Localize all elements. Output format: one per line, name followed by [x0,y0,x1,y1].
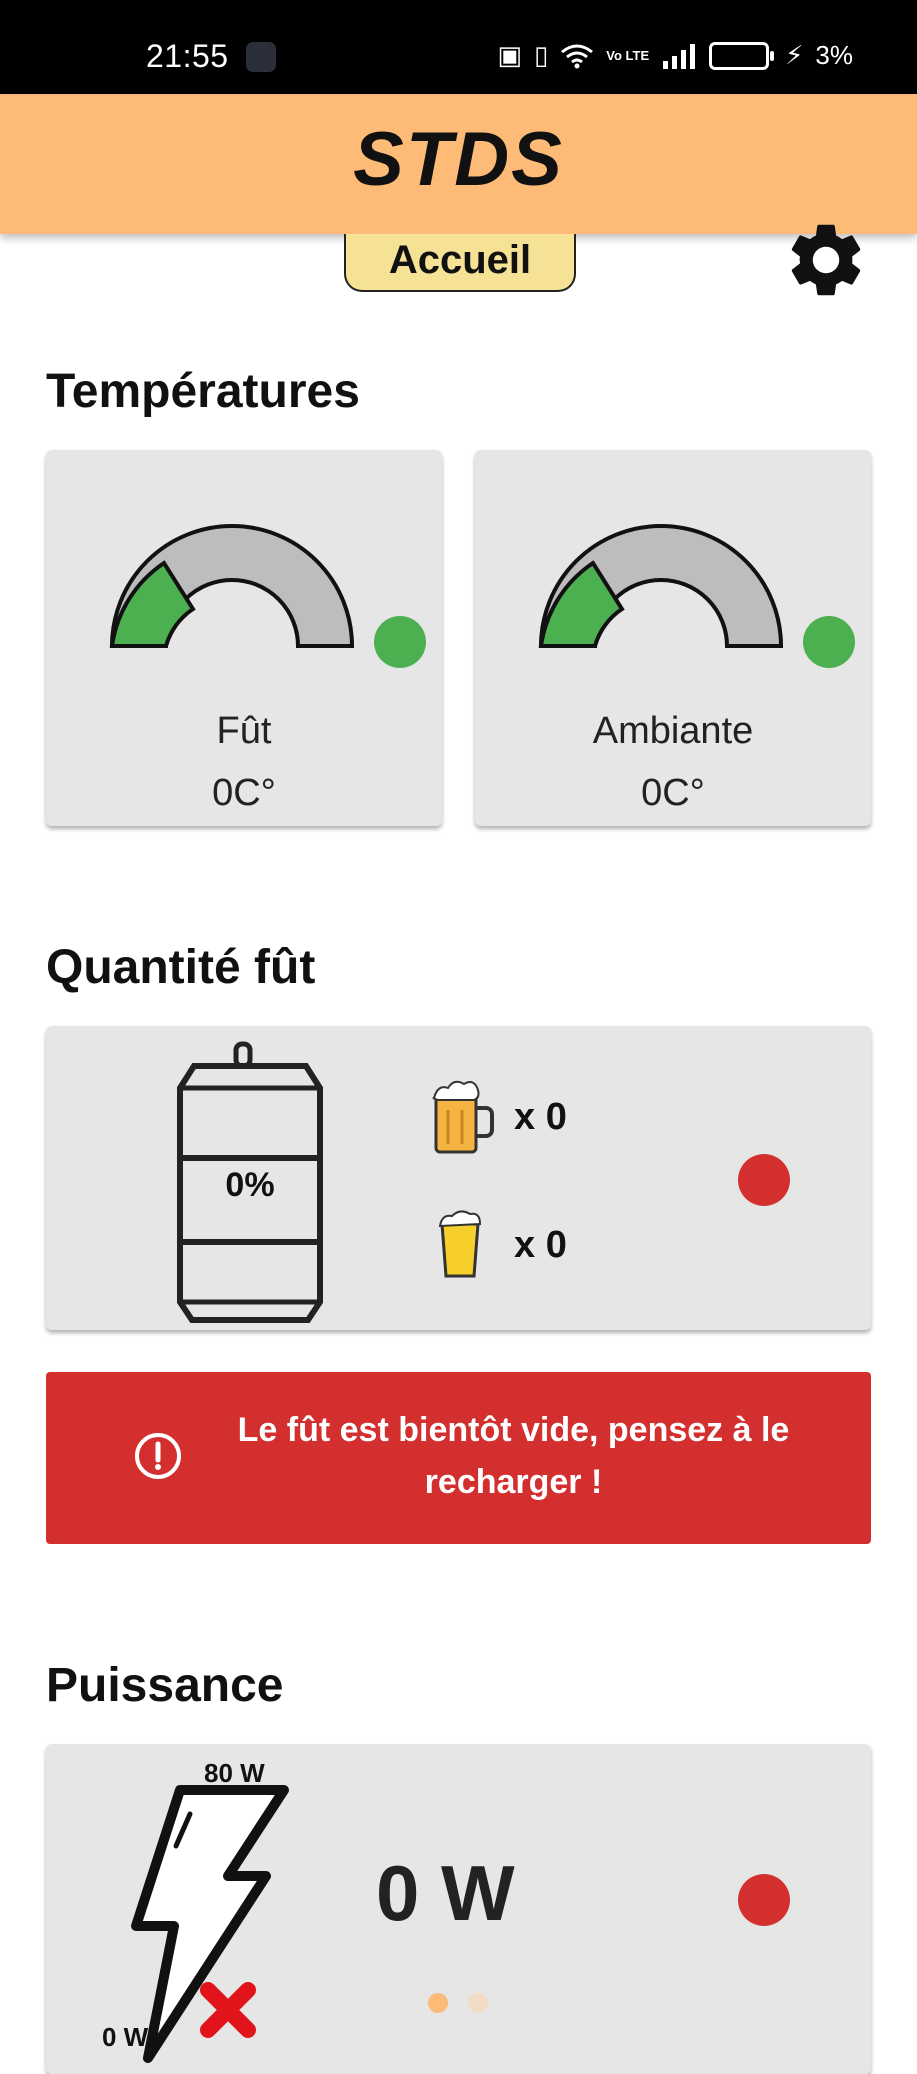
status-icons: ▣ ▯ Vo LTE ⚡ 3% [497,40,853,71]
gear-icon[interactable] [782,216,870,304]
signal-icon [663,43,696,69]
app-title: STDS [353,117,564,202]
gauge-card-fut: Fût 0C° [46,450,442,826]
empty-keg-alert: Le fût est bientôt vide, pensez à le rec… [46,1372,871,1544]
battery-icon [709,41,775,70]
wifi-icon [561,44,594,68]
pint-count: x 0 [514,1095,567,1138]
status-bar: 21:55 ▣ ▯ Vo LTE ⚡ 3% [0,0,917,94]
temperature-gauge [109,524,355,648]
gauge-value: 0C° [641,772,705,814]
volte-icon: Vo LTE [606,47,650,63]
power-card: 80 W 0 W 0 W [46,1744,871,2074]
status-dot [738,1874,790,1926]
status-time: 21:55 [146,38,229,74]
vibrate-icon: ▯ [533,40,549,70]
keg-title: Quantité fût [46,941,316,994]
status-dot [374,616,426,668]
alert-message: Le fût est bientôt vide, pensez à le rec… [237,1411,790,1501]
keg-percent: 0% [225,1166,275,1204]
beer-glass-icon [438,1210,482,1278]
keg-card: 0% x 0 x 0 [46,1026,871,1330]
nfc-icon: ▣ [497,40,522,70]
notification-icon [246,42,276,72]
charging-icon: ⚡ [785,40,804,70]
temperatures-title: Températures [46,365,360,418]
tab-accueil[interactable]: Accueil [344,234,576,292]
power-min-label: 0 W [102,2022,149,2052]
half-count: x 0 [514,1223,567,1266]
gauge-label: Ambiante [592,710,754,752]
beer-mug-icon [432,1080,494,1154]
app-bar: STDS [0,94,917,296]
gauge-label: Fût [216,710,272,752]
temperature-gauge [538,524,784,648]
gauge-card-ambiante: Ambiante 0C° [475,450,871,826]
power-value: 0 W [376,1849,515,1937]
half-row: x 0 [430,1210,567,1280]
power-title: Puissance [46,1659,284,1712]
pager-dot[interactable] [468,1993,488,2013]
status-dot [738,1154,790,1206]
pint-row: x 0 [430,1078,567,1156]
pager-dot-active[interactable] [428,1993,448,2013]
alert-circle-icon [135,1433,181,1479]
battery-percent: 3% [815,40,853,70]
status-dot [803,616,855,668]
gauge-value: 0C° [212,772,276,814]
